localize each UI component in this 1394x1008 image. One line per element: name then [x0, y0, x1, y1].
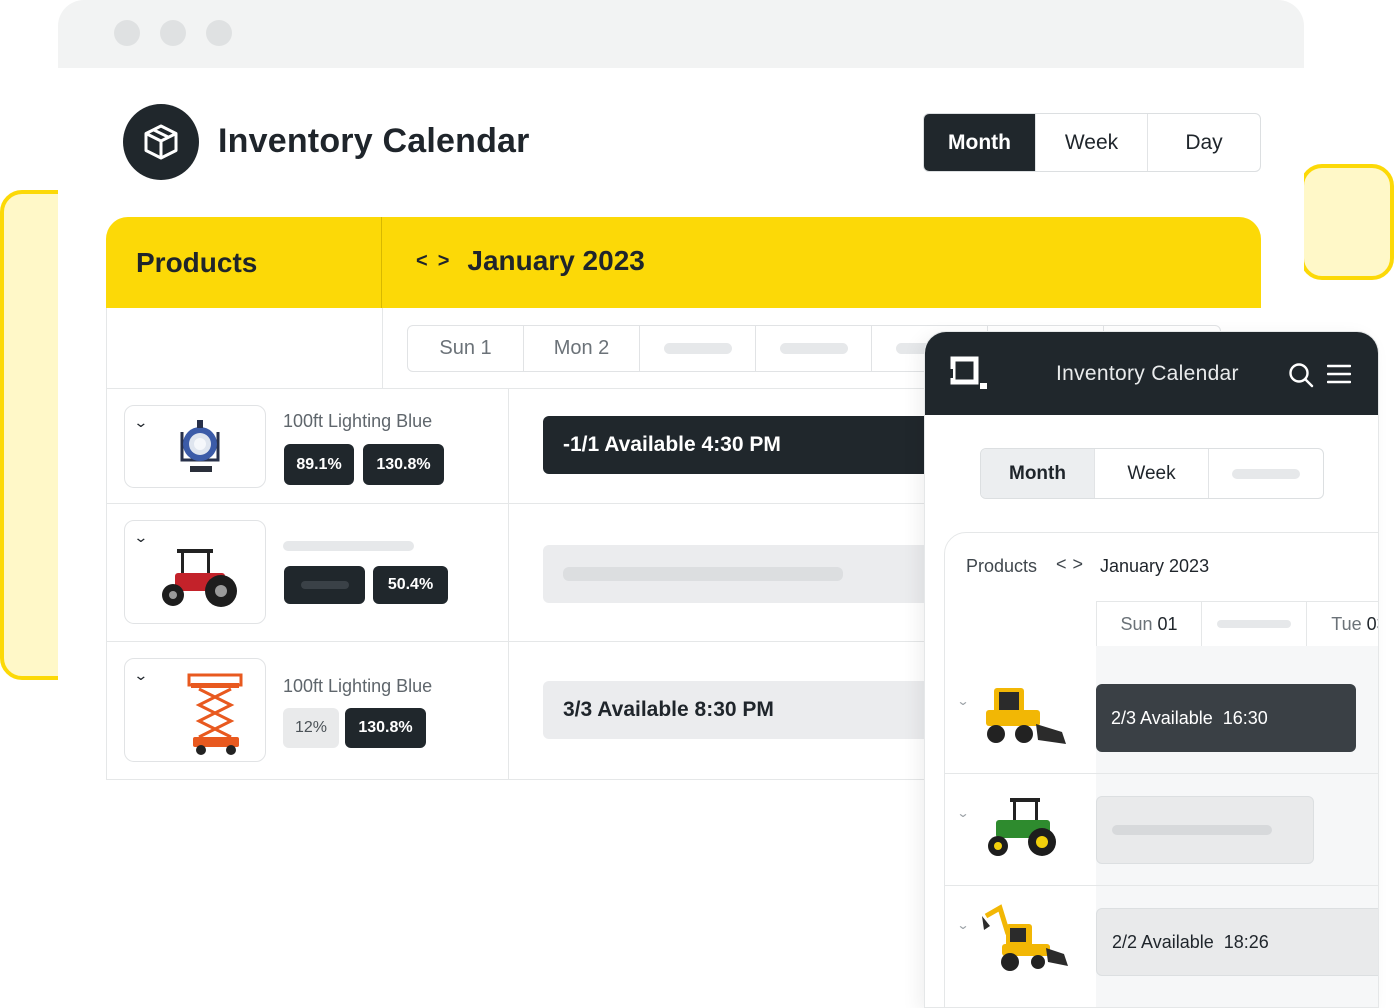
utilization-badge: 130.8%: [345, 708, 426, 748]
view-week-button[interactable]: Week: [1095, 449, 1209, 498]
search-icon[interactable]: [1288, 362, 1314, 388]
skid-steer-loader-image: [986, 688, 1066, 744]
products-column-header: Products: [136, 247, 258, 278]
availability-event[interactable]: 2/2 Available 18:26: [1096, 908, 1378, 976]
availability-event[interactable]: 2/3 Available 16:30: [1096, 684, 1356, 752]
view-option-placeholder[interactable]: [1209, 449, 1323, 498]
divider: [944, 773, 1378, 774]
view-toggle: Month Week Day: [923, 113, 1261, 172]
month-label: January 2023: [467, 245, 645, 276]
mobile-month-navigation: <>: [1056, 554, 1089, 575]
day-header[interactable]: Sun 1: [408, 326, 524, 371]
window-dot[interactable]: [114, 20, 140, 46]
view-week-button[interactable]: Week: [1036, 114, 1148, 171]
divider: [382, 308, 383, 388]
chevron-right-icon[interactable]: >: [438, 250, 450, 273]
mobile-top-bar: Inventory Calendar: [925, 332, 1378, 415]
utilization-badge: 130.8%: [363, 444, 444, 485]
page-title: Inventory Calendar: [218, 122, 530, 160]
availability-event-placeholder[interactable]: [543, 545, 943, 603]
product-name-placeholder: [283, 541, 414, 551]
box-icon: [123, 104, 199, 180]
day-header-placeholder: [1202, 602, 1307, 646]
product-thumbnail[interactable]: ⌄: [124, 520, 266, 624]
day-header[interactable]: Tue 03: [1307, 602, 1378, 646]
product-name: 100ft Lighting Blue: [283, 411, 433, 431]
product-name: 100ft Lighting Blue: [283, 676, 433, 696]
window-dot[interactable]: [160, 20, 186, 46]
decorative-card: [1300, 164, 1394, 280]
header-divider: [381, 217, 382, 308]
red-tractor-image: [162, 549, 237, 607]
mobile-view-toggle: Month Week: [980, 448, 1324, 499]
chevron-left-icon[interactable]: <: [1056, 554, 1073, 574]
view-month-button[interactable]: Month: [981, 449, 1095, 498]
calendar-header: Products < > January 2023: [106, 217, 1261, 308]
availability-event[interactable]: -1/1 Available 4:30 PM: [543, 416, 943, 474]
utilization-badge: 89.1%: [284, 444, 354, 485]
backhoe-loader-image: [982, 904, 1068, 971]
window-title-bar: [58, 0, 1304, 68]
day-header[interactable]: Mon 2: [524, 326, 640, 371]
window-dot[interactable]: [206, 20, 232, 46]
menu-icon[interactable]: [1327, 364, 1351, 384]
scissor-lift-image: [187, 673, 243, 755]
chevron-down-icon[interactable]: ⌄: [133, 414, 148, 431]
day-header-placeholder: [756, 326, 872, 371]
green-tractor-image: [988, 798, 1056, 856]
chevron-down-icon[interactable]: ⌄: [956, 918, 969, 932]
divider: [508, 388, 509, 780]
chevron-right-icon[interactable]: >: [1073, 554, 1090, 574]
utilization-badge: 50.4%: [373, 566, 448, 604]
product-thumbnail[interactable]: ⌄: [124, 658, 266, 762]
divider: [944, 885, 1378, 886]
chevron-left-icon[interactable]: <: [416, 250, 428, 273]
mobile-day-header-row: Sun 01 Tue 03: [1096, 601, 1378, 646]
availability-event[interactable]: 3/3 Available 8:30 PM: [543, 681, 943, 739]
day-header-placeholder: [640, 326, 756, 371]
app-logo-icon: [949, 356, 987, 389]
product-thumbnail[interactable]: ⌄: [124, 405, 266, 488]
mobile-month-label: January 2023: [1100, 556, 1210, 576]
chevron-down-icon[interactable]: ⌄: [956, 806, 969, 820]
mobile-title: Inventory Calendar: [1056, 362, 1239, 385]
month-navigation: < > January 2023: [416, 245, 645, 277]
chevron-down-icon[interactable]: ⌄: [133, 529, 148, 546]
chevron-down-icon[interactable]: ⌄: [133, 667, 148, 684]
day-header[interactable]: Sun 01: [1097, 602, 1202, 646]
availability-event-placeholder[interactable]: [1096, 796, 1314, 864]
mobile-app-panel: Inventory Calendar Month Week Products <…: [924, 331, 1379, 1008]
chevron-down-icon[interactable]: ⌄: [956, 694, 969, 708]
mobile-products-header: Products: [966, 556, 1038, 576]
utilization-badge: 12%: [283, 708, 339, 748]
view-day-button[interactable]: Day: [1148, 114, 1260, 171]
view-month-button[interactable]: Month: [924, 114, 1036, 171]
stage-light-image: [180, 420, 220, 472]
utilization-badge: [284, 566, 365, 604]
